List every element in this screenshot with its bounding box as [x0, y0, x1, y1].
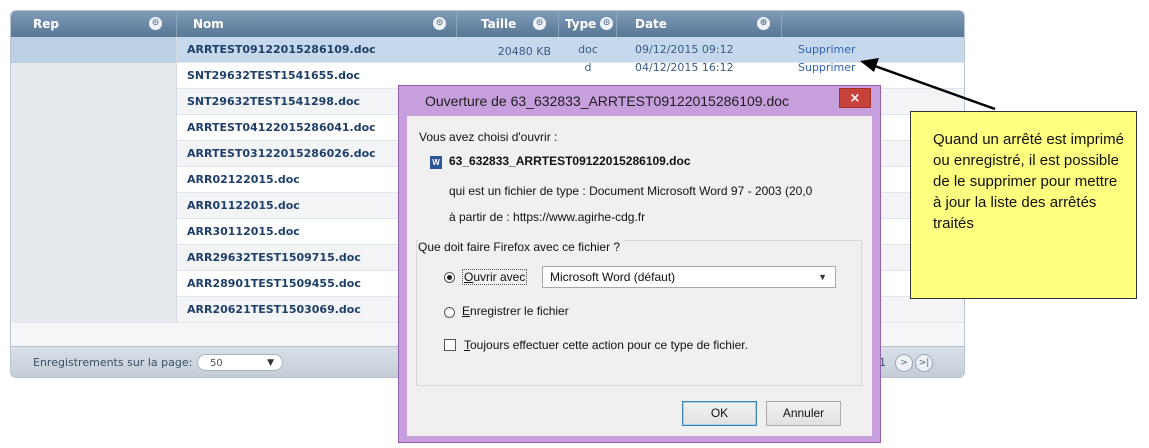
open-with-label[interactable]: Ouvrir avec [462, 269, 528, 285]
column-header-nom[interactable]: Nom ⊙ [177, 11, 457, 37]
close-button[interactable]: × [839, 88, 871, 108]
column-header-taille-label: Taille [481, 17, 517, 31]
file-size-cell: 20480 KB [497, 45, 551, 58]
dialog-titlebar[interactable]: Ouverture de 63_632833_ARRTEST0912201528… [399, 86, 880, 116]
file-type-line: qui est un fichier de type : Document Mi… [449, 184, 813, 198]
open-with-text: uvrir avec [473, 270, 526, 284]
rep-cell [11, 89, 177, 115]
per-page-value: 50 [210, 358, 223, 369]
rep-cell [11, 115, 177, 141]
rep-cell [11, 219, 177, 245]
column-header-actions [782, 11, 964, 37]
column-header-taille[interactable]: Taille ⊙ [457, 11, 559, 37]
rep-cell [11, 271, 177, 297]
chevron-down-icon: ▼ [818, 272, 827, 282]
column-header-rep-label: Rep [33, 17, 59, 31]
open-with-accesskey: O [464, 270, 474, 284]
chevron-down-icon: ▼ [267, 358, 274, 368]
rep-cell [11, 297, 177, 323]
column-header-type[interactable]: Type ⊙ [559, 11, 617, 37]
open-with-radio[interactable] [444, 272, 455, 283]
download-dialog: Ouverture de 63_632833_ARRTEST0912201528… [398, 85, 881, 443]
delete-link[interactable]: Supprimer [782, 55, 882, 81]
file-date-cell: 04/12/2015 16:12 [635, 61, 734, 74]
file-name-cell[interactable]: ARRTEST09122015286109.doc [177, 37, 457, 63]
save-text: nregistrer le fichier [470, 304, 569, 318]
per-page-label: Enregistrements sur la page: [33, 356, 193, 369]
grid-header: Rep ⊙ Nom ⊙ Taille ⊙ Type ⊙ Date ⊕ [11, 11, 964, 37]
rep-cell [11, 193, 177, 219]
rep-cell [11, 167, 177, 193]
always-do-checkbox[interactable] [444, 339, 456, 351]
per-page-select[interactable]: 50 ▼ [197, 354, 283, 371]
word-document-icon: W [430, 156, 442, 169]
rep-cell [11, 141, 177, 167]
sort-icon[interactable]: ⊙ [149, 17, 162, 30]
application-select[interactable]: Microsoft Word (défaut) ▼ [542, 266, 836, 288]
sort-icon[interactable]: ⊙ [533, 17, 546, 30]
save-file-radio[interactable] [444, 307, 455, 318]
cancel-button[interactable]: Annuler [766, 401, 841, 426]
rep-cell [11, 63, 177, 89]
rep-cell [11, 245, 177, 271]
always-do-label[interactable]: Toujours effectuer cette action pour ce … [464, 338, 748, 352]
close-icon: × [849, 91, 861, 106]
sort-icon[interactable]: ⊙ [600, 17, 613, 30]
application-select-value: Microsoft Word (défaut) [550, 270, 676, 284]
file-name: 63_632833_ARRTEST09122015286109.doc [449, 154, 691, 168]
sort-icon[interactable]: ⊕ [757, 17, 770, 30]
rep-cell [11, 37, 177, 63]
annotation-callout: Quand un arrêté est imprimé ou enregistr… [910, 111, 1137, 299]
file-type-cell: d [584, 61, 592, 74]
next-page-icon[interactable]: > [895, 354, 913, 372]
column-header-date-label: Date [635, 17, 667, 31]
source-line: à partir de : https://www.agirhe-cdg.fr [449, 210, 646, 224]
last-page-icon[interactable]: >| [915, 354, 933, 372]
chosen-label: Vous avez choisi d'ouvrir : [419, 130, 558, 144]
save-file-label[interactable]: Enregistrer le fichier [462, 304, 569, 318]
dialog-body: Vous avez choisi d'ouvrir : W 63_632833_… [407, 116, 872, 436]
question-label: Que doit faire Firefox avec ce fichier ? [418, 240, 625, 254]
column-header-type-label: Type [565, 17, 597, 31]
ok-button[interactable]: OK [682, 401, 757, 426]
column-header-nom-label: Nom [193, 17, 224, 31]
save-accesskey: E [462, 304, 471, 318]
column-header-rep[interactable]: Rep ⊙ [11, 11, 177, 37]
sort-icon[interactable]: ⊙ [433, 17, 446, 30]
column-header-date[interactable]: Date ⊕ [617, 11, 782, 37]
dialog-title: Ouverture de 63_632833_ARRTEST0912201528… [425, 93, 790, 109]
always-text: oujours effectuer cette action pour ce t… [470, 338, 748, 352]
